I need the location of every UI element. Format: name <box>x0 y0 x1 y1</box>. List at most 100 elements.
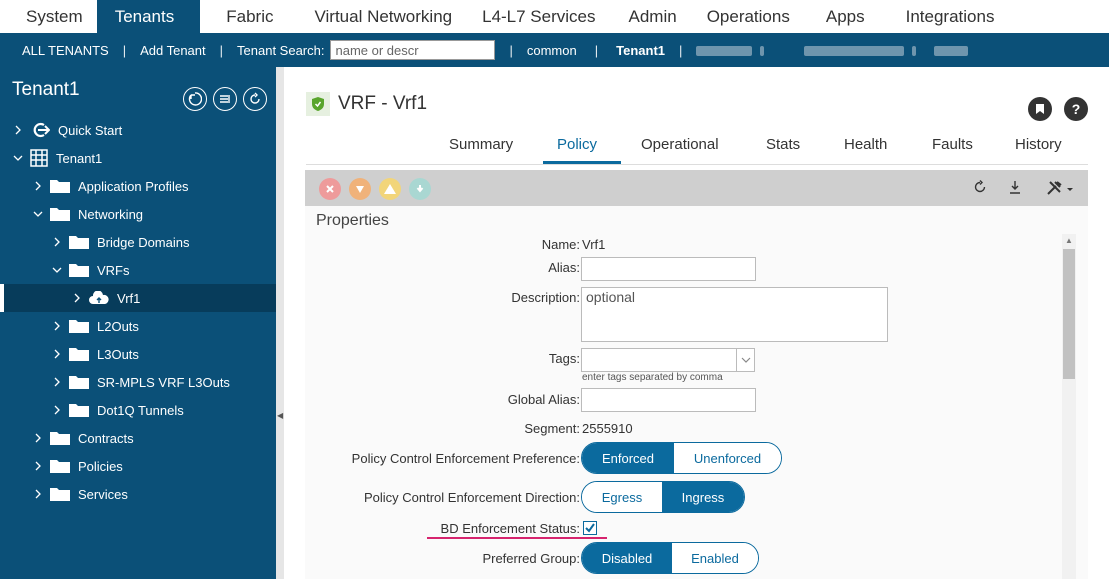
fault-toolbar <box>305 170 1088 206</box>
tree-item-label: Services <box>78 486 128 502</box>
tree-item-label: VRFs <box>97 262 130 278</box>
tab-apps[interactable]: Apps <box>805 0 880 33</box>
tab-faults[interactable]: Faults <box>932 136 973 153</box>
folder-icon <box>50 488 70 501</box>
separator: | <box>594 42 599 58</box>
chevron-right-icon <box>32 488 44 500</box>
chevron-down-icon[interactable] <box>736 349 754 371</box>
sidebar-collapse-handle[interactable]: ◀ <box>276 67 284 579</box>
refresh-icon[interactable] <box>973 180 987 197</box>
tools-dropdown-icon[interactable] <box>1046 180 1076 199</box>
alias-label: Alias: <box>548 260 580 275</box>
tree-item-networking[interactable]: Networking <box>0 200 276 228</box>
tree-item-services[interactable]: Services <box>0 480 276 508</box>
tree-item-label: Tenant1 <box>56 150 103 166</box>
global-alias-label: Global Alias: <box>507 392 580 407</box>
chevron-right-icon <box>51 236 63 248</box>
unenforced-option[interactable]: Unenforced <box>674 443 781 473</box>
scrollbar-thumb[interactable] <box>1063 249 1075 379</box>
list-view-icon[interactable] <box>213 87 237 111</box>
tab-l4-l7-services[interactable]: L4-L7 Services <box>467 0 610 33</box>
highlight-underline <box>427 537 607 539</box>
properties-panel: Properties Name: Vrf1 Alias: Description… <box>305 206 1088 579</box>
tags-field[interactable] <box>581 348 755 372</box>
all-tenants-link[interactable]: ALL TENANTS <box>22 43 109 58</box>
alias-field[interactable] <box>581 257 756 281</box>
tree-item-label: Bridge Domains <box>97 234 190 250</box>
tenant-search-input[interactable] <box>330 40 496 60</box>
warning-fault-icon[interactable] <box>409 178 431 200</box>
tab-system[interactable]: System <box>0 0 97 33</box>
shield-icon <box>306 92 330 116</box>
disabled-option[interactable]: Disabled <box>582 543 672 573</box>
enabled-option[interactable]: Enabled <box>672 543 758 573</box>
active-tab-indicator <box>543 161 621 164</box>
critical-fault-icon[interactable] <box>319 178 341 200</box>
refresh-icon[interactable] <box>243 87 267 111</box>
tab-admin[interactable]: Admin <box>611 0 692 33</box>
chevron-right-icon <box>32 180 44 192</box>
collapse-arrow-icon: ◀ <box>277 411 284 420</box>
ingress-option[interactable]: Ingress <box>662 482 744 512</box>
chevron-right-icon <box>32 432 44 444</box>
tags-label: Tags: <box>548 351 580 366</box>
bd-enforcement-label: BD Enforcement Status: <box>440 521 580 536</box>
chevron-right-icon <box>51 348 63 360</box>
checkmark-icon <box>585 523 595 533</box>
bd-enforcement-checkbox[interactable] <box>583 521 597 535</box>
chevron-down-icon <box>12 152 24 164</box>
tab-summary[interactable]: Summary <box>449 136 513 153</box>
description-field[interactable]: optional <box>581 287 888 342</box>
scroll-up-icon[interactable]: ▲ <box>1065 236 1073 245</box>
download-icon[interactable] <box>1008 180 1022 197</box>
folder-icon <box>50 460 70 473</box>
blurred-tenant-links <box>696 43 975 58</box>
chevron-right-icon <box>32 460 44 472</box>
tenant-common-link[interactable]: common <box>527 43 577 58</box>
navigation-sidebar: Tenant1 Quick Start Tenant1 Application … <box>0 67 276 579</box>
tab-fabric[interactable]: Fabric <box>200 0 299 33</box>
name-value: Vrf1 <box>582 237 606 252</box>
tree-item-l2outs[interactable]: L2Outs <box>0 312 276 340</box>
properties-scrollbar[interactable]: ▲ <box>1062 234 1076 579</box>
tree-item-tenant1[interactable]: Tenant1 <box>0 144 276 172</box>
separator: | <box>509 42 513 58</box>
help-icon[interactable]: ? <box>1064 97 1088 121</box>
tree-item-bridge-domains[interactable]: Bridge Domains <box>0 228 276 256</box>
tab-tenants[interactable]: Tenants <box>96 0 201 33</box>
tab-history[interactable]: History <box>1015 136 1062 153</box>
tab-health[interactable]: Health <box>844 136 887 153</box>
tree-item-vrfs[interactable]: VRFs <box>0 256 276 284</box>
egress-option[interactable]: Egress <box>582 482 662 512</box>
tree-item-application-profiles[interactable]: Application Profiles <box>0 172 276 200</box>
tree-item-l3outs[interactable]: L3Outs <box>0 340 276 368</box>
separator: | <box>679 42 683 58</box>
tree-item-vrf1[interactable]: Vrf1 <box>0 284 276 312</box>
folder-icon <box>69 348 89 361</box>
tree-item-contracts[interactable]: Contracts <box>0 424 276 452</box>
tab-integrations[interactable]: Integrations <box>880 0 1010 33</box>
tab-operational[interactable]: Operational <box>641 136 719 153</box>
tree-item-sr-mpls-vrf-l3outs[interactable]: SR-MPLS VRF L3Outs <box>0 368 276 396</box>
add-tenant-link[interactable]: Add Tenant <box>140 43 206 58</box>
tab-virtual-networking[interactable]: Virtual Networking <box>299 0 467 33</box>
major-fault-icon[interactable] <box>349 178 371 200</box>
folder-icon <box>69 320 89 333</box>
tree-item-dot1q-tunnels[interactable]: Dot1Q Tunnels <box>0 396 276 424</box>
tab-operations[interactable]: Operations <box>692 0 805 33</box>
tree-item-policies[interactable]: Policies <box>0 452 276 480</box>
tree-item-label: L3Outs <box>97 346 139 362</box>
tenant-subbar: ALL TENANTS | Add Tenant | Tenant Search… <box>0 33 1109 67</box>
building-icon <box>30 149 48 167</box>
chevron-right-icon <box>12 124 24 136</box>
tab-policy[interactable]: Policy <box>557 136 597 153</box>
tree-item-quick-start[interactable]: Quick Start <box>0 116 276 144</box>
bookmark-icon[interactable] <box>1028 97 1052 121</box>
tenant-current-link[interactable]: Tenant1 <box>616 43 665 58</box>
enforced-option[interactable]: Enforced <box>582 443 674 473</box>
tab-stats[interactable]: Stats <box>766 136 800 153</box>
tags-hint: enter tags separated by comma <box>582 372 723 383</box>
history-icon[interactable] <box>183 87 207 111</box>
minor-fault-icon[interactable] <box>379 178 401 200</box>
global-alias-field[interactable] <box>581 388 756 412</box>
